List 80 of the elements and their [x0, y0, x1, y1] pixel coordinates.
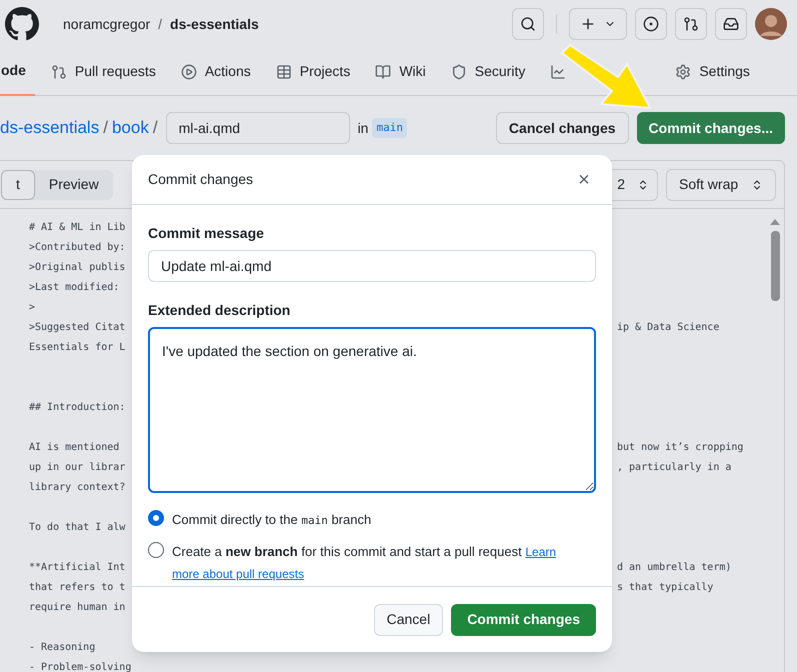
pull-request-icon [683, 16, 699, 32]
repo-tab[interactable]: ode [0, 48, 35, 96]
description-field[interactable]: I've updated the section on generative ai. [148, 327, 596, 493]
code-line: but now it’s cropping [617, 442, 744, 452]
code-line: , particularly in a [617, 462, 732, 472]
code-line: **Artificial Int [29, 562, 126, 572]
editor-mode-tab[interactable]: Preview [34, 170, 113, 200]
code-line: up in our librar [29, 462, 126, 472]
code-line: Essentials for L [29, 342, 126, 352]
code-line: d an umbrella term) [617, 562, 732, 572]
code-line: require human in [29, 602, 126, 612]
code-line: that refers to t [29, 582, 126, 592]
path-separator: / [103, 117, 108, 140]
pull-request-icon [50, 64, 67, 80]
avatar[interactable] [755, 8, 787, 40]
repo-tab[interactable]: Projects [266, 48, 360, 96]
code-line: library context? [29, 482, 126, 492]
github-logo[interactable] [5, 7, 39, 41]
issues-button[interactable] [635, 8, 667, 40]
in-label: in [358, 118, 368, 138]
commit-button[interactable]: Commit changes [451, 604, 596, 636]
code-line: - Problem-solving [29, 662, 132, 672]
owner-link[interactable]: noramcgregor [63, 14, 150, 34]
radio-button[interactable] [148, 542, 164, 558]
path-separator: / [152, 117, 158, 140]
repo-tab[interactable]: Actions [172, 48, 260, 96]
filename-field[interactable]: ml-ai.qmd [166, 112, 350, 144]
repo-link[interactable]: ds-essentials [170, 14, 259, 34]
code-line: AI is mentioned [29, 442, 120, 452]
code-line: >Last modified: [29, 282, 120, 292]
repo-tab[interactable]: Wiki [366, 48, 435, 96]
settings-icon [675, 64, 692, 80]
table-icon [276, 64, 292, 80]
code-line: To do that I alw [29, 522, 126, 532]
graph-icon [550, 64, 566, 80]
field-label: Extended description [148, 301, 292, 320]
code-heading: ## Introduction: [29, 402, 126, 412]
code-line: ip & Data Science [617, 322, 720, 332]
cancel-changes-button[interactable]: Cancel changes [496, 112, 629, 144]
code-line: >Contributed by: [29, 242, 126, 252]
learn-more-link[interactable]: more about pull requests [172, 567, 304, 581]
search-icon [520, 16, 536, 32]
inbox-icon [723, 16, 739, 32]
play-icon [180, 64, 197, 80]
cancel-button[interactable]: Cancel [374, 604, 444, 636]
code-line: >Suggested Citat [29, 322, 126, 332]
commit-message-field[interactable]: Update ml-ai.qmd [148, 250, 596, 282]
plus-icon [580, 16, 596, 32]
repo-tab[interactable]: Pull requests [42, 48, 165, 96]
chevrons-icon [637, 178, 649, 190]
option-label: Commit directly to the main branch [172, 511, 372, 529]
option-label: Create a new branch for this commit and start a pull request Learn more about pull requests [172, 543, 556, 583]
field-label: Commit message [148, 224, 265, 243]
chevrons-icon [751, 178, 763, 190]
editor-mode-tab[interactable]: t [1, 170, 35, 200]
inbox-button[interactable] [715, 8, 747, 40]
path-separator: / [158, 14, 162, 34]
scrollbar-thumb[interactable] [770, 231, 780, 301]
shield-icon [450, 64, 467, 80]
scroll-up-icon[interactable] [770, 219, 780, 225]
dialog-title: Commit changes [148, 170, 254, 189]
branch-label[interactable]: main [372, 118, 407, 138]
code-line: > [29, 302, 36, 312]
learn-more-link[interactable]: Learn [525, 545, 556, 559]
pull-requests-button[interactable] [675, 8, 707, 40]
repo-tab[interactable]: Settings [666, 48, 759, 96]
repo-tab[interactable]: Security [442, 48, 534, 96]
wrap-select[interactable]: Soft wrap [666, 168, 776, 200]
search-button[interactable] [512, 8, 544, 40]
close-button[interactable]: × [572, 168, 596, 192]
issue-icon [643, 16, 659, 32]
breadcrumb-link[interactable]: book [112, 115, 149, 141]
commit-changes-button[interactable]: Commit changes... [636, 112, 785, 144]
code-line: s that typically [617, 582, 714, 592]
radio-button[interactable] [148, 510, 164, 526]
breadcrumb-link[interactable]: ds-essentials [0, 115, 100, 141]
code-line: >Original publis [29, 262, 126, 272]
code-line: # AI & ML in Lib [29, 222, 126, 232]
book-icon [375, 64, 392, 80]
code-line: - Reasoning [29, 642, 96, 652]
